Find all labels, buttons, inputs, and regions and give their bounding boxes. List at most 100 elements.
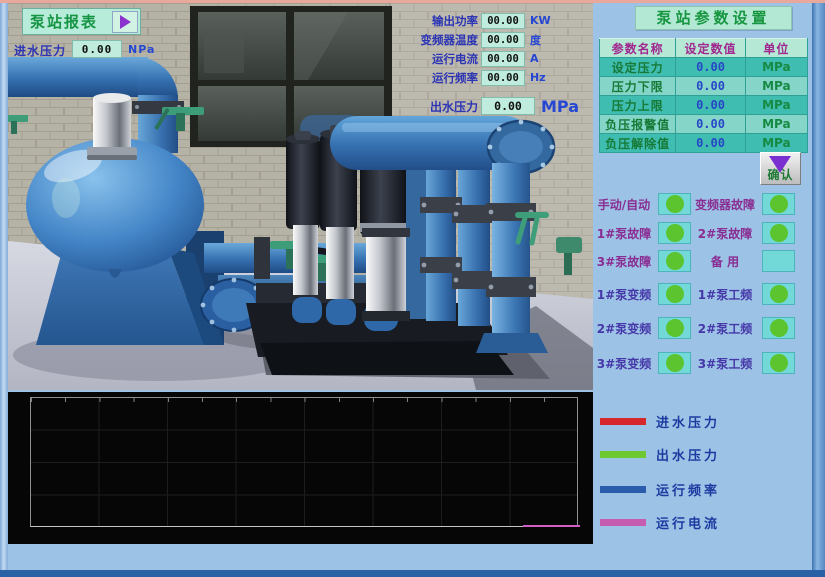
readout-row: 输出功率 00.00 KW: [390, 12, 580, 29]
param-unit: MPa: [745, 58, 807, 77]
axis-ticks: [31, 398, 577, 402]
status-row: 1#泵变频 1#泵工频: [593, 282, 812, 306]
output-power-value: 00.00: [481, 13, 525, 29]
status-label-pump2-vfd: 2#泵变频: [593, 320, 655, 337]
run-current-value: 00.00: [481, 51, 525, 67]
status-indicator-pump3-mains: [762, 352, 795, 374]
legend-row: 出水压力: [593, 446, 812, 462]
status-row: 3#泵变频 3#泵工频: [593, 351, 812, 375]
legend-row: 运行电流: [593, 514, 812, 530]
param-unit: MPa: [745, 134, 807, 153]
legend-swatch-frequency: [600, 486, 646, 493]
inlet-pressure-value: 0.00: [72, 40, 122, 58]
status-label-pump1-fault: 1#泵故障: [593, 225, 655, 242]
status-row: 2#泵变频 2#泵工频: [593, 316, 812, 340]
parameter-panel: 泵站参数设置 参数名称 设定数值 单位 设定压力 0.00 MPa 压力下限 0…: [593, 3, 812, 570]
hmi-screen: 泵站报表 进水压力 0.00 NPa 输出功率 00.00 KW 变频器温度 0…: [0, 0, 825, 577]
settings-row: 压力上限 0.00 MPa: [600, 96, 808, 115]
run-current-unit: A: [530, 52, 539, 65]
output-power-label: 输出功率: [390, 13, 478, 29]
right-border: [812, 3, 825, 570]
status-indicator-pump1-mains: [762, 283, 795, 305]
outlet-pressure-row: 出水压力 0.00 MPa: [412, 97, 587, 115]
confirm-button[interactable]: 确认: [760, 152, 801, 185]
legend-label-inlet: 进水压力: [656, 412, 720, 431]
legend-swatch-current: [600, 519, 646, 526]
report-button[interactable]: 泵站报表: [22, 8, 141, 35]
trend-chart: [8, 392, 593, 544]
trend-plot-area: [30, 397, 578, 527]
col-value-header: 设定数值: [676, 39, 745, 58]
outlet-pressure-unit: MPa: [541, 97, 579, 116]
settings-title: 泵站参数设置: [635, 6, 792, 30]
param-name: 设定压力: [600, 58, 676, 77]
status-indicator-pump2-vfd: [658, 317, 691, 339]
run-frequency-value: 00.00: [481, 70, 525, 86]
param-unit: MPa: [745, 115, 807, 134]
param-value[interactable]: 0.00: [676, 134, 745, 153]
green-lamp-icon: [666, 319, 684, 337]
status-label-pump1-mains: 1#泵工频: [691, 286, 759, 303]
status-row: 1#泵故障 2#泵故障: [593, 221, 812, 245]
readout-row: 运行电流 00.00 A: [390, 50, 580, 67]
green-lamp-icon: [666, 252, 684, 270]
green-lamp-icon: [666, 354, 684, 372]
inlet-pressure-label: 进水压力: [14, 42, 66, 59]
green-lamp-icon: [770, 195, 788, 213]
outlet-pressure-label: 出水压力: [412, 98, 478, 115]
status-label-inverter-fault: 变频器故障: [691, 196, 759, 213]
param-value[interactable]: 0.00: [676, 96, 745, 115]
status-label-pump2-fault: 2#泵故障: [691, 225, 759, 242]
status-label-manual-auto: 手动/自动: [593, 196, 655, 213]
param-value[interactable]: 0.00: [676, 115, 745, 134]
status-label-pump3-vfd: 3#泵变频: [593, 355, 655, 372]
param-name: 负压报警值: [600, 115, 676, 134]
legend-row: 运行频率: [593, 481, 812, 497]
run-current-label: 运行电流: [390, 51, 478, 67]
legend-label-frequency: 运行频率: [656, 480, 720, 499]
param-name: 压力下限: [600, 77, 676, 96]
settings-table: 参数名称 设定数值 单位 设定压力 0.00 MPa 压力下限 0.00 MPa…: [599, 38, 808, 153]
param-unit: MPa: [745, 77, 807, 96]
inverter-temp-value: 00.00: [481, 32, 525, 48]
status-indicator-pump3-vfd: [658, 352, 691, 374]
green-valve-icon: [8, 115, 28, 122]
settings-row: 负压报警值 0.00 MPa: [600, 115, 808, 134]
param-value[interactable]: 0.00: [676, 58, 745, 77]
status-indicator-spare: [762, 250, 795, 272]
play-arrow-icon: [120, 15, 131, 29]
bottom-border: [0, 570, 825, 577]
run-frequency-label: 运行频率: [390, 70, 478, 86]
riser-pipes: [420, 156, 496, 326]
status-label-spare: 备 用: [691, 253, 759, 270]
param-value[interactable]: 0.00: [676, 77, 745, 96]
run-current-trace: [523, 525, 580, 527]
legend-swatch-outlet: [600, 451, 646, 458]
param-name: 压力上限: [600, 96, 676, 115]
settings-row: 压力下限 0.00 MPa: [600, 77, 808, 96]
status-label-pump3-fault: 3#泵故障: [593, 253, 655, 270]
report-arrow-button[interactable]: [112, 11, 138, 33]
green-lamp-icon: [770, 319, 788, 337]
col-unit-header: 单位: [745, 39, 807, 58]
legend-label-current: 运行电流: [656, 513, 720, 532]
green-lamp-icon: [770, 354, 788, 372]
param-unit: MPa: [745, 96, 807, 115]
readout-row: 变频器温度 00.00 度: [390, 31, 580, 48]
green-lamp-icon: [770, 285, 788, 303]
status-indicator-manual-auto: [658, 193, 691, 215]
status-indicator-pump3-fault: [658, 250, 691, 272]
report-button-label: 泵站报表: [30, 11, 112, 32]
status-row: 3#泵故障 备 用: [593, 249, 812, 273]
settings-header-row: 参数名称 设定数值 单位: [600, 39, 808, 58]
inverter-temp-unit: 度: [530, 32, 541, 48]
legend-swatch-inlet: [600, 418, 646, 425]
status-indicator-pump1-vfd: [658, 283, 691, 305]
param-name: 负压解除值: [600, 134, 676, 153]
status-row: 手动/自动 变频器故障: [593, 192, 812, 216]
green-lamp-icon: [666, 195, 684, 213]
status-label-pump3-mains: 3#泵工频: [691, 355, 759, 372]
output-power-unit: KW: [530, 14, 551, 27]
inverter-temp-label: 变频器温度: [390, 32, 478, 48]
status-indicator-pump2-fault: [762, 222, 795, 244]
